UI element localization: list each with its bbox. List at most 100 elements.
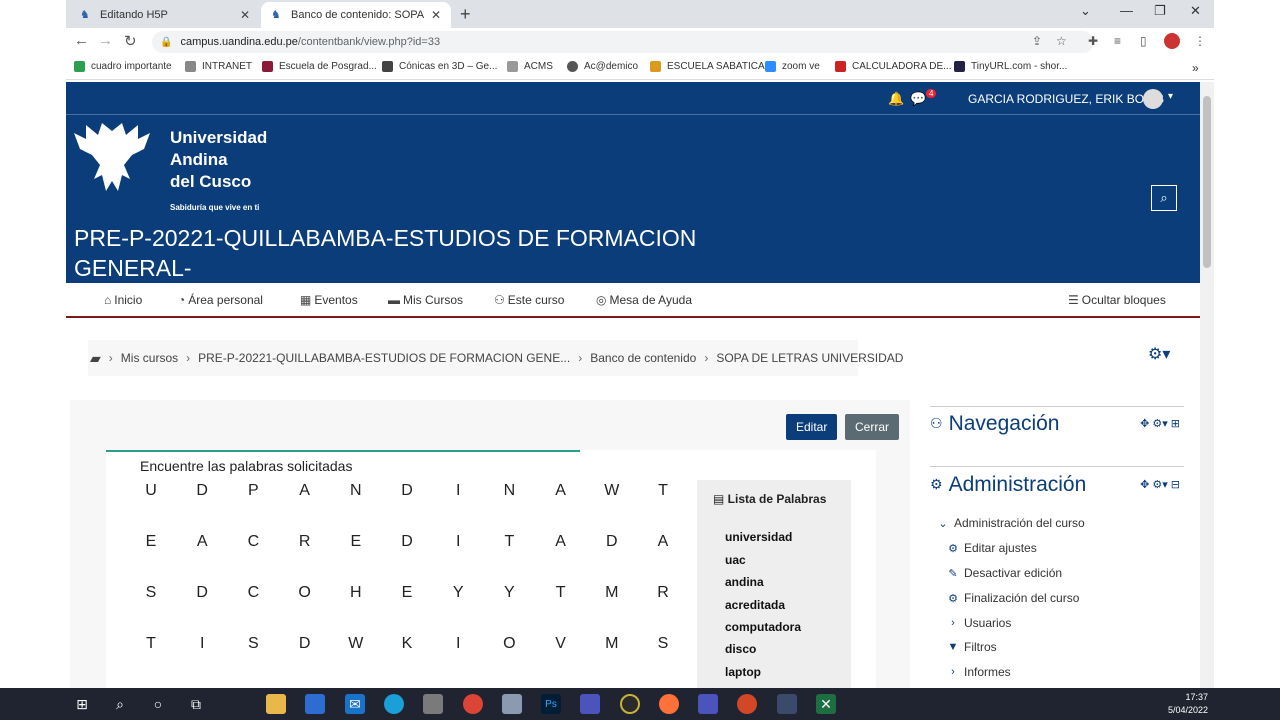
task-view-icon[interactable]: ⧉ xyxy=(186,694,206,714)
grid-letter[interactable]: S xyxy=(126,584,176,602)
grid-letter[interactable]: M xyxy=(587,584,637,602)
teams-icon[interactable] xyxy=(580,694,600,714)
admin-item-course[interactable]: ⌄ Administración del curso xyxy=(936,516,1084,530)
hide-blocks-button[interactable]: ☰ Ocultar bloques xyxy=(1068,293,1166,307)
grid-letter[interactable]: C xyxy=(228,584,278,602)
app-icon[interactable] xyxy=(620,694,640,714)
cortana-icon[interactable]: ○ xyxy=(148,694,168,714)
grid-letter[interactable]: W xyxy=(587,482,637,500)
tab-search-chevron-icon[interactable]: ⌄ xyxy=(1080,3,1091,19)
grid-letter[interactable]: N xyxy=(484,482,534,500)
grid-letter[interactable]: I xyxy=(177,635,227,653)
app-icon[interactable] xyxy=(777,694,797,714)
grid-letter[interactable]: D xyxy=(382,533,432,551)
bookmark-item[interactable]: TinyURL.com - shor... xyxy=(954,61,1067,72)
powerpoint-icon[interactable] xyxy=(737,694,757,714)
grid-letter[interactable]: V xyxy=(536,635,586,653)
admin-item-reports[interactable]: › Informes xyxy=(946,665,1011,679)
nav-inicio[interactable]: ⌂ Inicio xyxy=(104,293,142,307)
grid-letter[interactable]: T xyxy=(484,533,534,551)
bookmark-item[interactable]: Escuela de Posgrad... xyxy=(262,61,377,72)
bookmark-item[interactable]: Ac@demico xyxy=(567,61,638,72)
block-controls[interactable]: ✥ ⚙▾ ⊟ xyxy=(1140,478,1180,491)
grid-letter[interactable]: C xyxy=(228,533,278,551)
grid-letter[interactable]: A xyxy=(536,533,586,551)
grid-letter[interactable]: A xyxy=(638,533,688,551)
admin-item-completion[interactable]: ⚙ Finalización del curso xyxy=(946,591,1079,605)
profile-avatar[interactable] xyxy=(1164,33,1180,49)
grid-letter[interactable]: D xyxy=(177,584,227,602)
scrollbar-thumb[interactable] xyxy=(1203,96,1211,268)
search-icon[interactable]: ⌕ xyxy=(110,694,130,714)
forward-icon[interactable]: → xyxy=(98,32,113,49)
excel-icon[interactable]: ✕ xyxy=(816,694,836,714)
close-tab-icon[interactable]: ✕ xyxy=(240,8,250,22)
bookmark-item[interactable]: cuadro importante xyxy=(74,61,172,72)
user-name[interactable]: GARCIA RODRIGUEZ, ERIK BORIS xyxy=(968,92,1164,106)
grid-letter[interactable]: T xyxy=(638,482,688,500)
admin-item-filters[interactable]: ▼ Filtros xyxy=(946,640,997,654)
gear-icon[interactable]: ⚙▾ xyxy=(1148,344,1170,364)
letter-grid[interactable]: UDPANDINAWTEACREDITADASDCOHEYYTMRTISDWKI… xyxy=(126,482,698,688)
grid-letter[interactable]: S xyxy=(638,635,688,653)
windows-start-icon[interactable]: ⊞ xyxy=(72,694,92,714)
admin-item-disable-editing[interactable]: ✎ Desactivar edición xyxy=(946,566,1062,580)
grid-letter[interactable]: E xyxy=(126,533,176,551)
close-button[interactable]: Cerrar xyxy=(845,414,900,440)
grid-letter[interactable]: D xyxy=(280,635,330,653)
bookmark-item[interactable]: ACMS xyxy=(507,61,553,72)
grid-letter[interactable]: U xyxy=(126,482,176,500)
grid-letter[interactable]: M xyxy=(587,635,637,653)
grid-letter[interactable]: A xyxy=(177,533,227,551)
nav-area-personal[interactable]: ◔ Área personal xyxy=(178,293,263,307)
grid-letter[interactable]: Y xyxy=(484,584,534,602)
grid-letter[interactable]: E xyxy=(331,533,381,551)
tab-editando-h5p[interactable]: ♞ Editando H5P ✕ xyxy=(70,2,260,28)
app-icon[interactable] xyxy=(423,694,443,714)
grid-letter[interactable]: N xyxy=(331,482,381,500)
chrome-icon[interactable] xyxy=(463,694,483,714)
bookmark-item[interactable]: INTRANET xyxy=(185,61,252,72)
close-window-icon[interactable]: ✕ xyxy=(1190,3,1201,19)
back-icon[interactable]: ← xyxy=(74,32,89,49)
grid-letter[interactable]: D xyxy=(382,482,432,500)
grid-letter[interactable]: D xyxy=(177,482,227,500)
bookmark-star-icon[interactable]: ☆ xyxy=(1056,34,1067,48)
menu-dots-icon[interactable]: ⋮ xyxy=(1194,34,1206,48)
grid-letter[interactable]: E xyxy=(382,584,432,602)
messages-icon[interactable]: 💬 xyxy=(910,91,926,107)
grid-letter[interactable]: K xyxy=(382,635,432,653)
grid-letter[interactable]: I xyxy=(433,635,483,653)
grid-letter[interactable]: W xyxy=(331,635,381,653)
new-tab-icon[interactable]: + xyxy=(460,4,471,25)
share-icon[interactable]: ⇪ xyxy=(1032,34,1042,48)
photoshop-icon[interactable]: Ps xyxy=(541,694,561,714)
firefox-icon[interactable] xyxy=(659,694,679,714)
grid-letter[interactable]: P xyxy=(228,482,278,500)
grid-letter[interactable]: T xyxy=(536,584,586,602)
store-icon[interactable] xyxy=(305,694,325,714)
reload-icon[interactable]: ↻ xyxy=(124,32,137,50)
file-explorer-icon[interactable] xyxy=(266,694,286,714)
bookmark-item[interactable]: zoom ve xyxy=(765,61,820,72)
system-clock[interactable]: 17:37 5/04/2022 xyxy=(1168,691,1208,717)
nav-mesa-ayuda[interactable]: ◎ Mesa de Ayuda xyxy=(596,293,692,307)
grid-letter[interactable]: O xyxy=(484,635,534,653)
breadcrumb-link[interactable]: Banco de contenido xyxy=(590,351,696,365)
avatar[interactable] xyxy=(1143,89,1163,109)
address-bar[interactable]: 🔒 campus.uandina.edu.pe/contentbank/view… xyxy=(152,31,1094,53)
reading-list-icon[interactable]: ≡ xyxy=(1114,34,1121,48)
search-button[interactable]: ⌕ xyxy=(1151,185,1177,211)
grid-letter[interactable]: O xyxy=(280,584,330,602)
teams-icon[interactable] xyxy=(698,694,718,714)
extensions-icon[interactable]: ✚ xyxy=(1088,34,1098,48)
bookmarks-overflow-icon[interactable]: » xyxy=(1192,61,1199,75)
grid-letter[interactable]: R xyxy=(638,584,688,602)
admin-item-users[interactable]: › Usuarios xyxy=(946,616,1011,630)
minimize-icon[interactable]: — xyxy=(1120,3,1133,18)
edge-icon[interactable] xyxy=(384,694,404,714)
mail-icon[interactable]: ✉ xyxy=(345,694,365,714)
edit-button[interactable]: Editar xyxy=(786,414,838,440)
grid-letter[interactable]: I xyxy=(433,533,483,551)
maximize-icon[interactable]: ❐ xyxy=(1154,3,1166,19)
